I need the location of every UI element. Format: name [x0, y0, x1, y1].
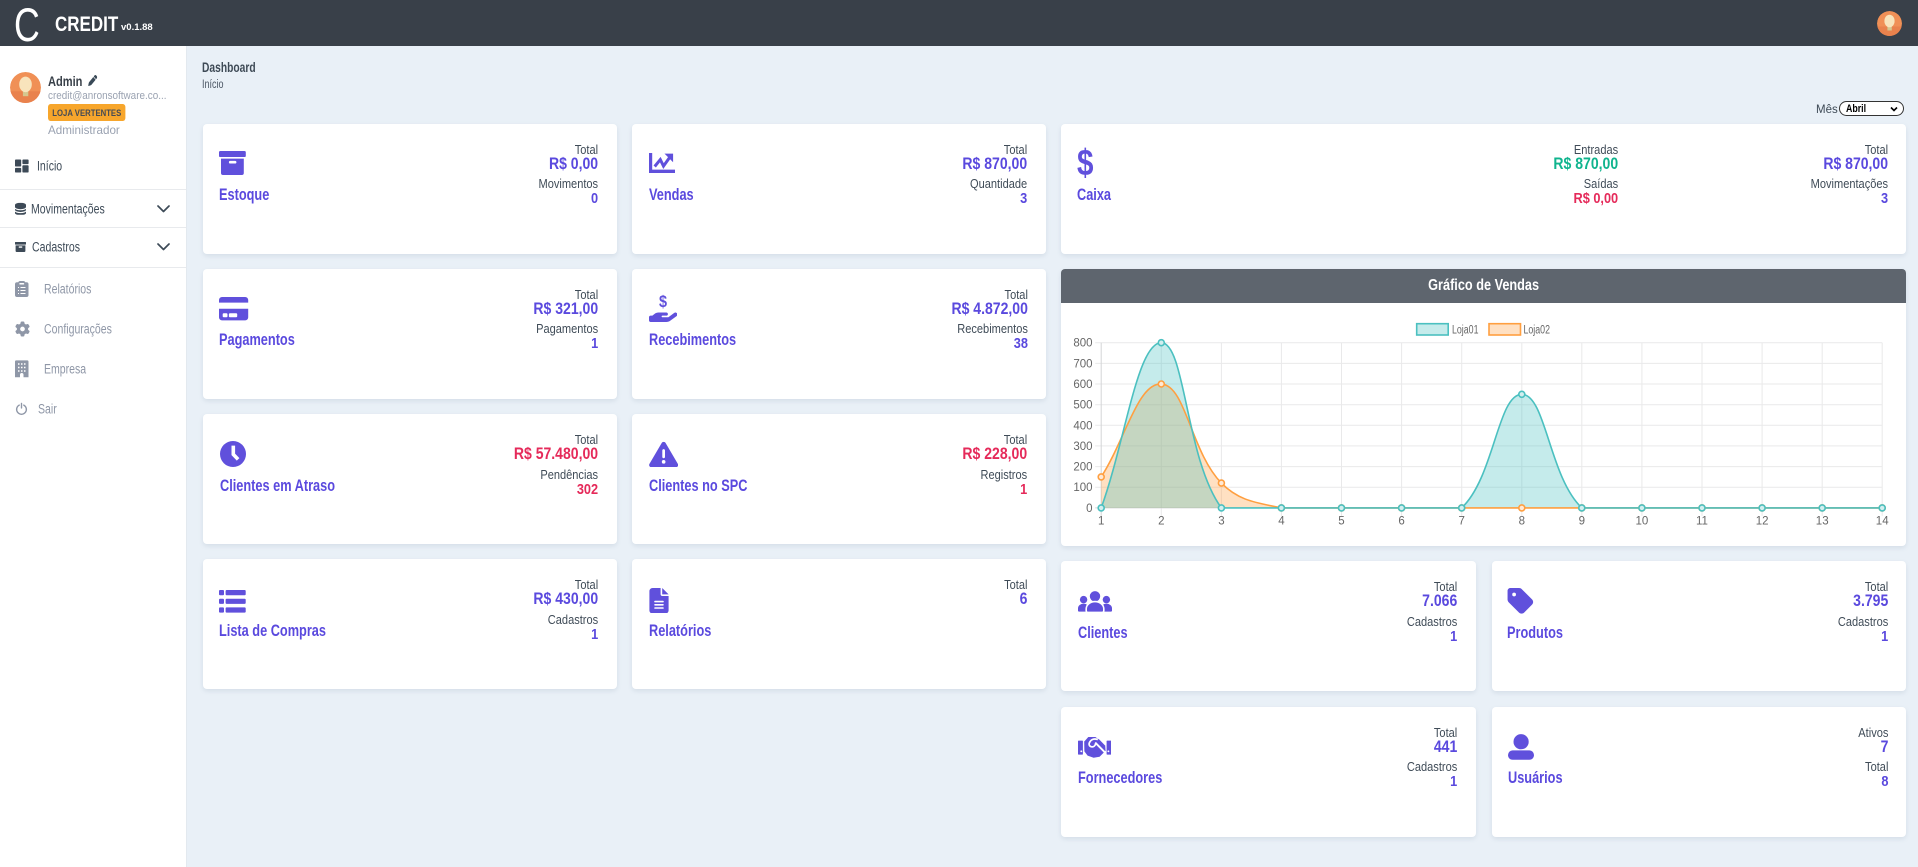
svg-text:12: 12 — [1755, 515, 1768, 527]
svg-text:500: 500 — [1073, 399, 1092, 411]
svg-text:13: 13 — [1816, 515, 1829, 527]
svg-text:1: 1 — [1098, 515, 1104, 527]
svg-text:14: 14 — [1876, 515, 1889, 527]
svg-text:800: 800 — [1073, 337, 1092, 349]
svg-text:300: 300 — [1073, 440, 1092, 452]
svg-text:0: 0 — [1086, 502, 1092, 514]
svg-text:7: 7 — [1458, 515, 1464, 527]
svg-text:11: 11 — [1696, 515, 1708, 527]
svg-text:4: 4 — [1278, 515, 1285, 527]
svg-text:8: 8 — [1518, 515, 1524, 527]
svg-text:3: 3 — [1218, 515, 1224, 527]
svg-text:600: 600 — [1073, 379, 1092, 391]
svg-text:6: 6 — [1398, 515, 1404, 527]
svg-text:700: 700 — [1073, 358, 1092, 370]
svg-text:5: 5 — [1338, 515, 1344, 527]
svg-text:Loja02: Loja02 — [1523, 324, 1550, 336]
svg-text:Loja01: Loja01 — [1452, 324, 1479, 336]
svg-text:400: 400 — [1073, 420, 1092, 432]
svg-text:100: 100 — [1073, 482, 1092, 494]
svg-text:2: 2 — [1158, 515, 1164, 527]
svg-text:200: 200 — [1073, 461, 1092, 473]
svg-text:9: 9 — [1578, 515, 1584, 527]
svg-text:10: 10 — [1635, 515, 1648, 527]
